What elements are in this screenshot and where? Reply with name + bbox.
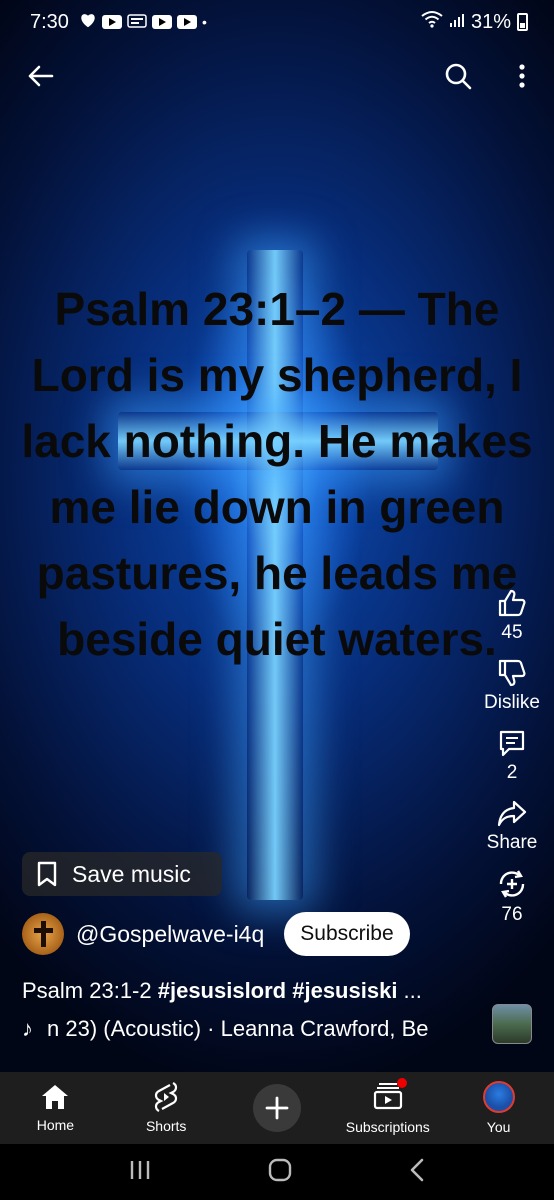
- like-button[interactable]: 45: [497, 588, 527, 644]
- share-button[interactable]: Share: [486, 798, 538, 854]
- chevron-left-icon: [411, 1158, 424, 1181]
- nav-create[interactable]: [222, 1072, 333, 1144]
- more-vertical-icon: [519, 64, 525, 88]
- system-navigation: [0, 1144, 554, 1200]
- nav-shorts-label: Shorts: [145, 1118, 187, 1134]
- nav-you[interactable]: You: [443, 1072, 554, 1144]
- search-icon: [445, 63, 472, 90]
- nav-subscriptions[interactable]: Subscriptions: [332, 1072, 443, 1144]
- status-time: 7:30: [30, 10, 69, 33]
- dislike-button[interactable]: Dislike: [484, 658, 540, 714]
- nav-subscriptions-label: Subscriptions: [345, 1118, 430, 1135]
- thumbs-down-icon: [498, 659, 526, 687]
- title-ellipsis: ...: [397, 978, 422, 1003]
- save-music-button[interactable]: Save music: [22, 852, 222, 896]
- title-text: Psalm 23:1-2: [22, 978, 158, 1003]
- create-button[interactable]: [252, 1084, 301, 1132]
- arrow-left-icon: [28, 65, 54, 87]
- more-options-button[interactable]: [500, 54, 544, 98]
- save-music-label: Save music: [72, 860, 191, 887]
- back-button[interactable]: [18, 54, 62, 98]
- shorts-icon: [155, 1082, 178, 1112]
- home-icon: [42, 1085, 69, 1109]
- notification-dot-icon: •: [201, 14, 207, 30]
- nav-shorts[interactable]: Shorts: [111, 1072, 222, 1144]
- verse-overlay-text: Psalm 23:1–2 — The Lord is my shepherd, …: [21, 283, 533, 665]
- home-system-button[interactable]: [267, 1157, 293, 1188]
- short-title[interactable]: Psalm 23:1-2 #jesusislord #jesusiski ...: [22, 978, 422, 1004]
- you-avatar: [482, 1081, 515, 1113]
- nav-home[interactable]: Home: [0, 1072, 111, 1144]
- share-label: Share: [486, 832, 538, 853]
- share-icon: [497, 800, 527, 827]
- music-thumbnail[interactable]: [492, 1004, 532, 1044]
- comment-count: 2: [506, 762, 518, 783]
- channel-avatar[interactable]: [22, 913, 64, 955]
- music-track-text: n 23) (Acoustic) · Leanna Crawford, Be: [47, 1016, 429, 1041]
- music-row[interactable]: ♪ n 23) (Acoustic) · Leanna Crawford, Be: [22, 1016, 482, 1042]
- youtube-notification-icon-3: [176, 15, 197, 29]
- remix-button[interactable]: 76: [496, 868, 528, 926]
- nav-you-label: You: [486, 1119, 511, 1135]
- channel-row: @Gospelwave-i4q Subscribe: [22, 912, 410, 956]
- battery-percent: 31%: [470, 10, 511, 33]
- like-count: 45: [501, 622, 523, 643]
- recent-apps-button[interactable]: [128, 1159, 152, 1186]
- dislike-label: Dislike: [484, 692, 540, 713]
- music-note-icon: ♪: [22, 1016, 33, 1041]
- subscribe-button[interactable]: Subscribe: [284, 912, 410, 956]
- nav-home-label: Home: [36, 1117, 75, 1133]
- top-controls: [0, 54, 554, 98]
- youtube-notification-icon-2: [151, 15, 172, 29]
- bookmark-icon: [37, 861, 57, 887]
- back-system-button[interactable]: [408, 1158, 426, 1187]
- new-content-dot: [396, 1077, 407, 1088]
- bottom-navigation: Home Shorts Subscriptions You: [0, 1072, 554, 1144]
- remix-count: 76: [501, 904, 523, 925]
- wifi-icon: [421, 10, 443, 34]
- status-bar: 7:30 • 31%: [0, 0, 554, 44]
- search-button[interactable]: [436, 54, 480, 98]
- subscriptions-icon-wrap: [373, 1077, 407, 1113]
- action-rail: 45 Dislike 2 Share 76: [482, 588, 542, 940]
- app-notification-icon: [127, 13, 147, 31]
- heart-icon: [79, 11, 97, 34]
- plus-icon: [265, 1096, 289, 1120]
- recent-apps-icon: [130, 1160, 149, 1179]
- youtube-notification-icon: [101, 15, 122, 29]
- signal-icon: [449, 11, 465, 34]
- remix-icon: [499, 870, 525, 898]
- thumbs-up-icon: [498, 589, 526, 617]
- title-hashtags[interactable]: #jesusislord #jesusiski: [158, 978, 398, 1003]
- channel-handle[interactable]: @Gospelwave-i4q: [76, 921, 264, 948]
- battery-icon: [517, 13, 528, 31]
- comments-button[interactable]: 2: [497, 728, 527, 784]
- comment-icon: [499, 730, 525, 757]
- home-circle-icon: [268, 1158, 292, 1181]
